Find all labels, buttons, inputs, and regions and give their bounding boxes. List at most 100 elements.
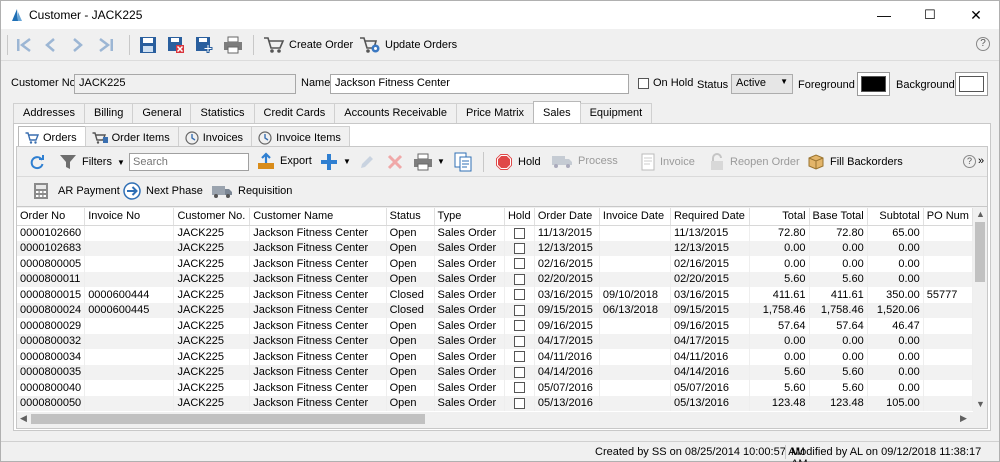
horizontal-scroll-thumb[interactable] (31, 414, 425, 424)
column-header[interactable]: Required Date (670, 208, 751, 226)
vertical-scroll-thumb[interactable] (975, 222, 985, 282)
table-row[interactable]: 0000800015 0000600444 JACK225 Jackson Fitne… (17, 287, 973, 303)
first-record-icon[interactable] (15, 37, 33, 53)
help-icon[interactable]: ? (963, 155, 976, 168)
hold-checkbox[interactable] (513, 335, 525, 347)
previous-record-icon[interactable] (43, 37, 57, 53)
update-orders-button[interactable]: Update Orders (359, 33, 457, 57)
ar-payment-button[interactable]: AR Payment (33, 182, 120, 200)
table-row[interactable]: 0000800011 JACK225 Jackson Fitness Center O… (17, 271, 973, 287)
scroll-right-icon[interactable]: ▶ (960, 413, 967, 424)
edit-pencil-icon[interactable] (359, 154, 375, 170)
next-phase-button[interactable]: Next Phase (123, 182, 203, 200)
customer-no-field[interactable]: JACK225 (74, 74, 296, 94)
column-header[interactable]: PO Num (923, 208, 973, 226)
hold-checkbox[interactable] (513, 320, 525, 332)
save-icon[interactable] (139, 36, 157, 54)
column-header[interactable]: Invoice No (84, 208, 175, 226)
delete-record-icon[interactable] (167, 36, 185, 54)
tab-sales[interactable]: Sales (533, 101, 581, 123)
tab-general[interactable]: General (132, 103, 192, 123)
help-icon[interactable]: ? (976, 37, 990, 51)
table-row[interactable]: 0000800029 JACK225 Jackson Fitness Center O… (17, 318, 973, 334)
column-header[interactable]: Order No (17, 208, 86, 226)
subtab-order-items[interactable]: Order Items (84, 126, 179, 146)
new-record-icon[interactable] (195, 36, 213, 54)
column-header[interactable]: Customer No. (173, 208, 251, 226)
next-record-icon[interactable] (71, 37, 85, 53)
table-row[interactable]: 0000102660 JACK225 Jackson Fitness Center O… (17, 225, 973, 241)
table-row[interactable]: 0000102683 JACK225 Jackson Fitness Center O… (17, 240, 973, 256)
maximize-button[interactable]: ☐ (907, 1, 953, 29)
column-header[interactable]: Total (749, 208, 810, 226)
column-header[interactable]: Subtotal (867, 208, 924, 226)
chevron-down-icon[interactable]: ▼ (343, 157, 351, 166)
overflow-chevron-icon[interactable]: » (978, 155, 984, 167)
horizontal-scrollbar[interactable]: ◀ ▶ (17, 412, 973, 426)
fill-backorders-button[interactable]: Fill Backorders (807, 153, 903, 171)
column-header[interactable]: Customer Name (249, 208, 387, 226)
column-header[interactable]: Type (434, 208, 505, 226)
table-row[interactable]: 0000800040 JACK225 Jackson Fitness Center O… (17, 380, 973, 396)
table-row[interactable]: 0000800005 JACK225 Jackson Fitness Center O… (17, 256, 973, 272)
table-row[interactable]: 0000800035 JACK225 Jackson Fitness Center O… (17, 364, 973, 380)
last-record-icon[interactable] (97, 37, 115, 53)
table-row[interactable]: 0000800050 JACK225 Jackson Fitness Center O… (17, 395, 973, 411)
hold-checkbox[interactable] (513, 397, 525, 409)
tab-credit-cards[interactable]: Credit Cards (253, 103, 336, 123)
search-input[interactable]: Search (129, 153, 249, 171)
tab-statistics[interactable]: Statistics (190, 103, 255, 123)
tab-accounts-receivable[interactable]: Accounts Receivable (334, 103, 457, 123)
table-row[interactable]: 0000800034 JACK225 Jackson Fitness Center O… (17, 349, 973, 365)
chevron-down-icon[interactable]: ▼ (437, 157, 445, 166)
print-icon[interactable] (413, 153, 433, 171)
column-header[interactable]: Invoice Date (599, 208, 671, 226)
create-order-button[interactable]: Create Order (263, 33, 353, 57)
table-row[interactable]: 0000800024 0000600445 JACK225 Jackson Fitne… (17, 302, 973, 318)
hold-checkbox[interactable] (513, 366, 525, 378)
hold-checkbox[interactable] (513, 289, 525, 301)
scroll-up-icon[interactable]: ▲ (976, 209, 985, 219)
hold-checkbox[interactable] (513, 304, 525, 316)
subtab-orders[interactable]: Orders (18, 126, 86, 146)
hold-checkbox[interactable] (513, 227, 525, 239)
scroll-down-icon[interactable]: ▼ (976, 399, 985, 409)
subtab-invoice-items[interactable]: Invoice Items (251, 126, 350, 146)
invoice-button[interactable]: Invoice (641, 153, 695, 171)
refresh-icon[interactable] (29, 154, 45, 170)
hold-checkbox[interactable] (513, 258, 525, 270)
background-color-button[interactable] (955, 72, 988, 96)
vertical-scrollbar[interactable]: ▲ ▼ (973, 208, 987, 412)
column-header[interactable]: Base Total (809, 208, 868, 226)
column-header[interactable]: Order Date (534, 208, 600, 226)
status-select[interactable]: Active ▼ (731, 74, 793, 94)
scroll-left-icon[interactable]: ◀ (20, 413, 27, 424)
reopen-order-button[interactable]: Reopen Order (709, 153, 800, 171)
tab-billing[interactable]: Billing (83, 103, 134, 123)
copy-document-icon[interactable] (453, 152, 473, 172)
column-header[interactable]: Hold (504, 208, 535, 226)
hold-checkbox[interactable] (513, 351, 525, 363)
subtab-invoices[interactable]: Invoices (177, 126, 253, 146)
add-icon[interactable] (320, 153, 338, 171)
print-icon[interactable] (223, 36, 243, 54)
minimize-button[interactable]: — (861, 1, 907, 29)
column-header[interactable]: Status (386, 208, 435, 226)
tab-price-matrix[interactable]: Price Matrix (455, 103, 535, 123)
on-hold-checkbox[interactable] (638, 78, 649, 89)
foreground-color-button[interactable] (857, 72, 890, 96)
tab-addresses[interactable]: Addresses (13, 103, 85, 123)
table-row[interactable]: 0000800032 JACK225 Jackson Fitness Center O… (17, 333, 973, 349)
export-button[interactable]: Export (257, 152, 312, 170)
tab-equipment[interactable]: Equipment (579, 103, 653, 123)
close-button[interactable]: ✕ (953, 1, 999, 29)
process-button[interactable]: Process (551, 153, 618, 169)
hold-checkbox[interactable] (513, 273, 525, 285)
filters-button[interactable]: Filters ▼ (59, 154, 125, 170)
requisition-button[interactable]: Requisition (211, 183, 292, 199)
delete-icon[interactable] (387, 154, 403, 170)
hold-checkbox[interactable] (513, 242, 525, 254)
hold-checkbox[interactable] (513, 382, 525, 394)
hold-button[interactable]: Hold (495, 153, 541, 171)
name-field[interactable]: Jackson Fitness Center (330, 74, 629, 94)
